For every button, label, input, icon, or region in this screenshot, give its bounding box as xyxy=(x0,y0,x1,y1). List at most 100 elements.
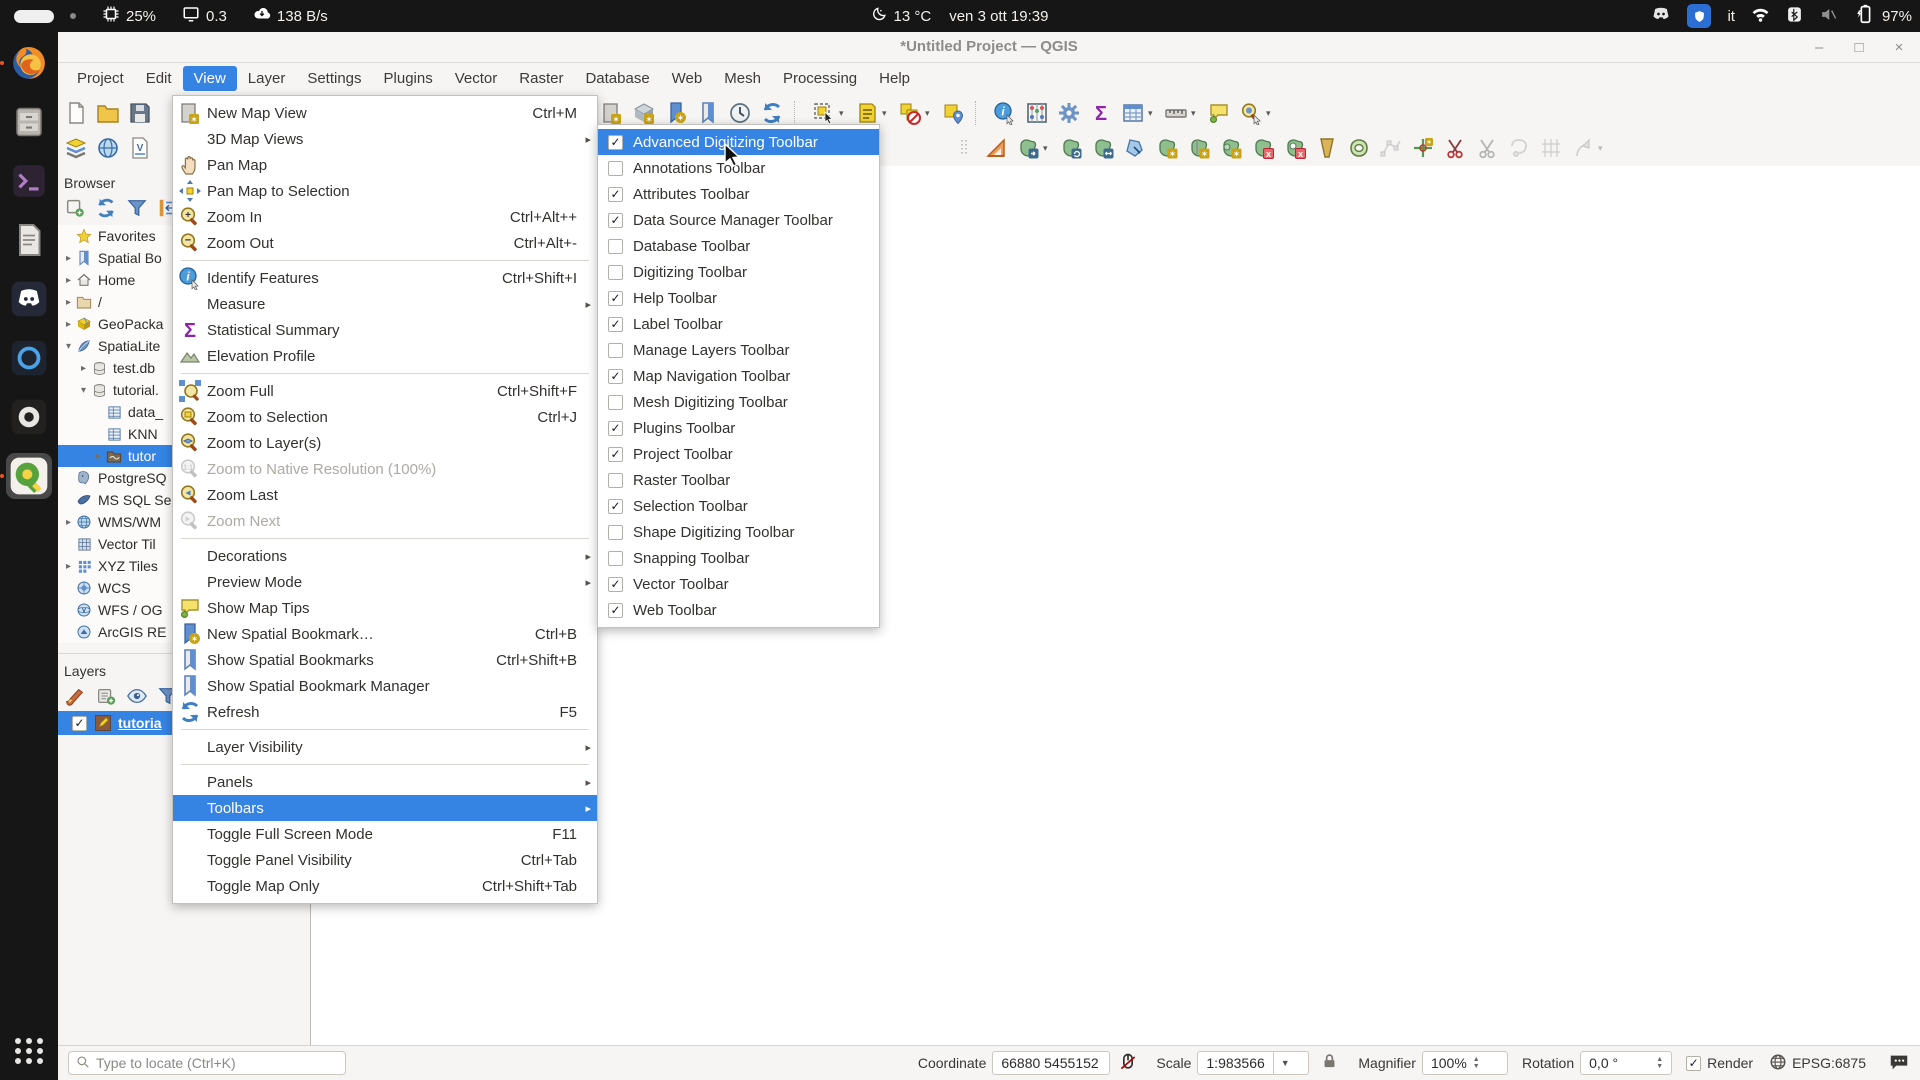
scale-dropdown-arrow[interactable]: ▼ xyxy=(1273,1052,1290,1074)
merge-features-button[interactable]: ✶ xyxy=(1217,134,1245,162)
crs-value[interactable]: EPSG:6875 xyxy=(1792,1055,1866,1071)
expander-icon[interactable]: ▸ xyxy=(77,363,90,374)
lock-scale-icon[interactable] xyxy=(1321,1053,1338,1073)
toolbars-item-web-toolbar[interactable]: ✓ Web Toolbar xyxy=(598,597,879,623)
filter-browser-button[interactable] xyxy=(126,197,148,219)
close-button[interactable]: × xyxy=(1890,39,1908,56)
toolbar-checkbox[interactable]: ✓ xyxy=(608,317,623,332)
new-map-view-button[interactable]: ✶ xyxy=(598,99,626,127)
refresh-browser-button[interactable] xyxy=(95,197,117,219)
menu-view[interactable]: View xyxy=(183,66,237,91)
toolbar-checkbox[interactable] xyxy=(608,551,623,566)
view-menu-item-pan-map-to-selection[interactable]: Pan Map to Selection xyxy=(173,178,597,204)
toolbars-item-project-toolbar[interactable]: ✓ Project Toolbar xyxy=(598,441,879,467)
dock-item-qgis[interactable] xyxy=(6,453,52,499)
statistical-summary-button[interactable] xyxy=(1023,99,1051,127)
metasearch-button[interactable] xyxy=(94,134,122,162)
add-vector-layer-button[interactable]: V xyxy=(126,134,154,162)
messages-icon[interactable] xyxy=(1888,1051,1910,1076)
minimize-button[interactable]: – xyxy=(1810,39,1828,56)
toolbars-item-help-toolbar[interactable]: ✓ Help Toolbar xyxy=(598,285,879,311)
identify-features-button[interactable]: i xyxy=(991,99,1019,127)
split-parts-button[interactable]: ✶ xyxy=(1185,134,1213,162)
magnifier-input[interactable]: 100%▲▼ xyxy=(1422,1051,1508,1075)
toolbar-checkbox[interactable]: ✓ xyxy=(608,291,623,306)
view-menu-item-zoom-full[interactable]: Zoom FullCtrl+Shift+F xyxy=(173,378,597,404)
menu-layer[interactable]: Layer xyxy=(237,66,297,91)
delete-ring-button[interactable]: x xyxy=(1281,134,1309,162)
menu-processing[interactable]: Processing xyxy=(772,66,868,91)
menu-vector[interactable]: Vector xyxy=(444,66,509,91)
toolbar-checkbox[interactable] xyxy=(608,473,623,488)
view-menu-item-new-spatial-bookmark-[interactable]: ✶New Spatial Bookmark…Ctrl+B xyxy=(173,621,597,647)
layer-visibility-checkbox[interactable]: ✓ xyxy=(72,716,87,731)
toolbar-checkbox[interactable] xyxy=(608,161,623,176)
show-spatial-bookmarks-button[interactable] xyxy=(694,99,722,127)
rotation-spinner[interactable]: ▲▼ xyxy=(1656,1056,1663,1070)
expander-icon[interactable]: ▸ xyxy=(62,297,75,308)
split-features-button[interactable]: ✶ xyxy=(1153,134,1181,162)
move-feature-button[interactable] xyxy=(1014,134,1042,162)
render-checkbox[interactable]: ✓ xyxy=(1686,1056,1701,1071)
toolbars-item-mesh-digitizing-toolbar[interactable]: Mesh Digitizing Toolbar xyxy=(598,389,879,415)
view-menu-item-toggle-panel-visibility[interactable]: Toggle Panel VisibilityCtrl+Tab xyxy=(173,847,597,873)
extent-toggle-icon[interactable] xyxy=(1118,1052,1138,1075)
clock-area[interactable]: 13 °C ven 3 ott 19:39 xyxy=(872,0,1049,32)
data-source-manager-button[interactable] xyxy=(62,134,90,162)
scale-combo[interactable]: 1:983566▼ xyxy=(1197,1051,1309,1075)
bluetooth-icon[interactable] xyxy=(1786,6,1803,27)
refresh-map-button[interactable] xyxy=(758,99,786,127)
dock-item-document-viewer[interactable] xyxy=(6,217,52,263)
add-favorite-button[interactable] xyxy=(64,197,86,219)
toolbars-item-raster-toolbar[interactable]: Raster Toolbar xyxy=(598,467,879,493)
expander-icon[interactable]: ▸ xyxy=(62,275,75,286)
battery-indicator[interactable]: 97% xyxy=(1854,3,1912,29)
view-menu-item-panels[interactable]: Panels▸ xyxy=(173,769,597,795)
view-menu-item-zoom-to-selection[interactable]: Zoom to SelectionCtrl+J xyxy=(173,404,597,430)
toolbar-checkbox[interactable]: ✓ xyxy=(608,369,623,384)
menu-settings[interactable]: Settings xyxy=(296,66,372,91)
toolbar-checkbox[interactable] xyxy=(608,239,623,254)
wifi-icon[interactable] xyxy=(1751,5,1770,28)
select-features-by-value-dropdown-arrow[interactable]: ▾ xyxy=(882,108,892,119)
toolbar-checkbox[interactable]: ✓ xyxy=(608,187,623,202)
toolbars-item-attributes-toolbar[interactable]: ✓ Attributes Toolbar xyxy=(598,181,879,207)
rotate-feature-button[interactable] xyxy=(1057,134,1085,162)
view-menu-item-zoom-in[interactable]: +Zoom InCtrl+Alt++ xyxy=(173,204,597,230)
view-menu-item-zoom-out[interactable]: −Zoom OutCtrl+Alt+- xyxy=(173,230,597,256)
view-menu-item-toggle-map-only[interactable]: Toggle Map OnlyCtrl+Shift+Tab xyxy=(173,873,597,899)
show-applications-button[interactable] xyxy=(6,1028,52,1074)
keyboard-layout[interactable]: it xyxy=(1727,8,1735,25)
toolbar-checkbox[interactable]: ✓ xyxy=(608,499,623,514)
save-project-button[interactable] xyxy=(126,99,154,127)
shield-indicator-icon[interactable] xyxy=(1687,4,1711,28)
measure-line-button[interactable] xyxy=(1162,99,1190,127)
toolbar-checkbox[interactable] xyxy=(608,395,623,410)
view-menu-item-zoom-to-layer-s-[interactable]: Zoom to Layer(s) xyxy=(173,430,597,456)
nominatim-locator-dropdown-arrow[interactable]: ▾ xyxy=(1266,108,1276,119)
offset-feature-button[interactable] xyxy=(1089,134,1117,162)
toolbar-checkbox[interactable] xyxy=(608,265,623,280)
open-attribute-table-dropdown-arrow[interactable]: ▾ xyxy=(1148,108,1158,119)
toolbar-checkbox[interactable] xyxy=(608,525,623,540)
network-indicator[interactable]: 138 B/s xyxy=(253,5,328,27)
deselect-features-button[interactable] xyxy=(896,99,924,127)
dock-item-app-blue-circle[interactable] xyxy=(6,335,52,381)
menu-plugins[interactable]: Plugins xyxy=(373,66,444,91)
view-menu-item-refresh[interactable]: RefreshF5 xyxy=(173,699,597,725)
toolbar-checkbox[interactable]: ✓ xyxy=(608,577,623,592)
toolbar-checkbox[interactable]: ✓ xyxy=(608,603,623,618)
cad-tools-button[interactable] xyxy=(982,134,1010,162)
coordinate-input[interactable]: 66880 5455152 xyxy=(992,1051,1110,1075)
select-by-location-button[interactable] xyxy=(939,99,967,127)
show-statistics-button[interactable]: Σ xyxy=(1087,99,1115,127)
snapping-options-button[interactable]: ✶ xyxy=(1409,134,1437,162)
dock-item-firefox[interactable] xyxy=(6,40,52,86)
grip-button[interactable] xyxy=(950,134,978,162)
activities-pill[interactable] xyxy=(14,10,76,23)
expander-icon[interactable]: ▸ xyxy=(62,561,75,572)
open-attribute-table-button[interactable] xyxy=(1119,99,1147,127)
maximize-button[interactable]: □ xyxy=(1850,39,1868,56)
view-menu-item-3d-map-views[interactable]: 3D Map Views▸ xyxy=(173,126,597,152)
rotation-input[interactable]: 0,0 °▲▼ xyxy=(1580,1051,1672,1075)
